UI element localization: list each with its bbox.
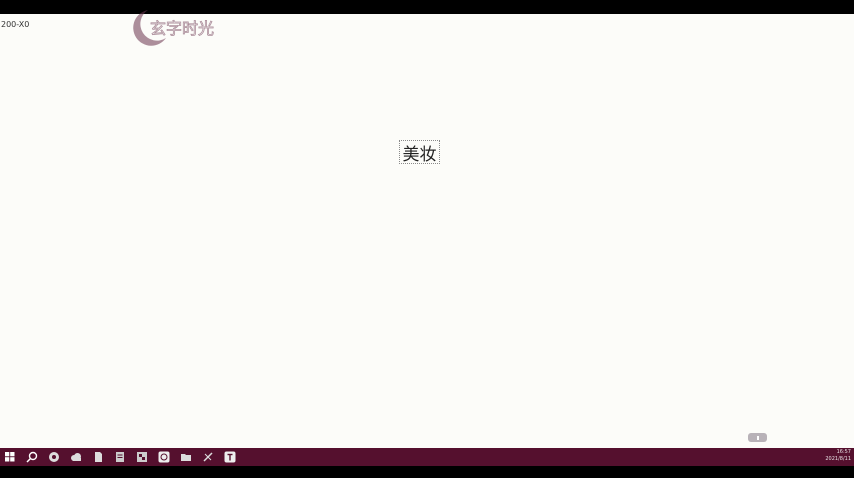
slide-textbox-text: 美妆 — [402, 144, 437, 165]
pin-icon[interactable] — [202, 451, 214, 463]
clock-date: 2021/8/11 — [825, 456, 851, 462]
search-icon[interactable] — [26, 451, 38, 463]
document-icon[interactable] — [114, 451, 126, 463]
clock-time: 16:57 — [836, 449, 851, 455]
crescent-logo-icon: 玄字时光 — [133, 10, 214, 46]
media-icon[interactable] — [136, 451, 148, 463]
windows-start-icon[interactable] — [4, 451, 16, 463]
watermark-text: 玄字时光 — [150, 19, 214, 38]
browser-icon[interactable] — [48, 451, 60, 463]
file-icon[interactable] — [92, 451, 104, 463]
watermark-logo: 玄字时光 — [124, 4, 228, 50]
slide-textbox[interactable]: 美妆 — [399, 140, 440, 165]
zoom-readout: 200-X0 — [1, 20, 30, 29]
folder-icon[interactable] — [180, 451, 192, 463]
cloud-icon[interactable] — [70, 451, 82, 463]
window-bottom-bar — [0, 466, 854, 478]
scroll-indicator[interactable] — [748, 433, 767, 442]
taskbar-clock[interactable]: 16:57 2021/8/11 — [825, 449, 851, 463]
scroll-indicator-dot — [756, 435, 759, 440]
slide-canvas[interactable]: 200-X0 玄字时光 美妆 — [0, 10, 854, 448]
taskbar: 16:57 2021/8/11 — [0, 448, 854, 466]
text-app-icon[interactable] — [224, 451, 236, 463]
app-icon[interactable] — [158, 451, 170, 463]
